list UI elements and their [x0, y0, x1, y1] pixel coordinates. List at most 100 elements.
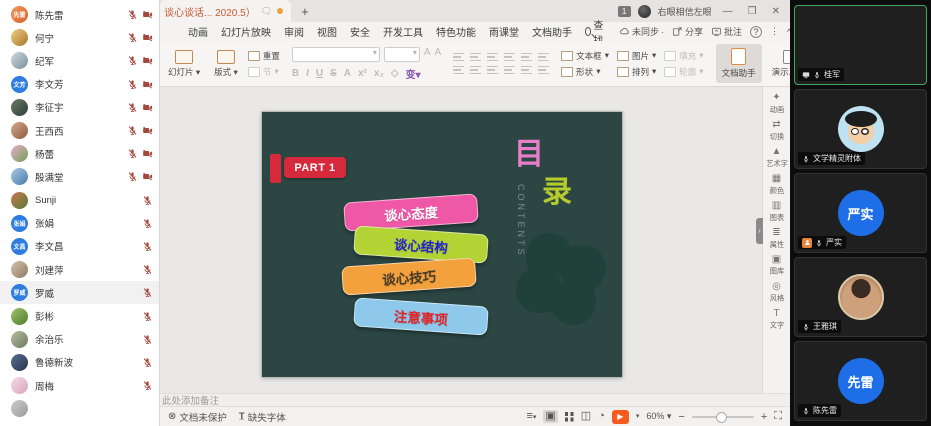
- more-options-button[interactable]: ⋮: [770, 26, 779, 37]
- camera-off-icon[interactable]: [142, 102, 153, 113]
- video-tile[interactable]: 文学精灵附体: [794, 89, 927, 169]
- participant-row[interactable]: 鲁德新波: [0, 351, 159, 374]
- font-family-select[interactable]: [292, 47, 380, 62]
- mic-muted-icon[interactable]: [142, 264, 153, 275]
- mic-muted-icon[interactable]: [142, 380, 153, 391]
- zoom-out-button[interactable]: −: [678, 411, 684, 423]
- participant-row[interactable]: 余治乐: [0, 328, 159, 351]
- participant-row[interactable]: 文芳李文芳: [0, 73, 159, 96]
- video-tile[interactable]: 严实 严实: [794, 173, 927, 253]
- text-effect-button[interactable]: 变▾: [406, 66, 421, 81]
- restore-button[interactable]: ❐: [744, 6, 761, 17]
- share-button[interactable]: 分享: [672, 25, 703, 38]
- mic-muted-icon[interactable]: [142, 311, 153, 322]
- participant-row[interactable]: 张娟张娟: [0, 212, 159, 235]
- reading-view-button[interactable]: ◫: [581, 411, 591, 422]
- doc-assistant-button[interactable]: 文档助手: [716, 44, 762, 83]
- document-tab[interactable]: 谈心谈话... 2020.5） 🗨: [160, 0, 291, 22]
- mic-muted-icon[interactable]: [127, 9, 138, 20]
- account-avatar[interactable]: [638, 5, 651, 18]
- panel-wordart[interactable]: ▲艺术字: [765, 147, 789, 169]
- menu-review[interactable]: 审阅: [284, 24, 304, 39]
- panel-color[interactable]: ▦颜色: [769, 174, 785, 196]
- slide-sorter-view-button[interactable]: [565, 412, 574, 421]
- handout-view-button[interactable]: ◔: [598, 411, 605, 422]
- zoom-level[interactable]: 60% ▾: [646, 411, 671, 422]
- slide[interactable]: PART 1 目 录 CONTENTS 谈心态度 谈心结构 谈心技巧 注意事项: [262, 112, 622, 377]
- layout-button[interactable]: 版式 ▾: [210, 44, 242, 83]
- participant-row[interactable]: 王西西: [0, 119, 159, 142]
- minimize-button[interactable]: —: [719, 6, 737, 17]
- participant-row[interactable]: 刘建萍: [0, 258, 159, 281]
- participant-row[interactable]: 文昌李文昌: [0, 235, 159, 258]
- zoom-slider-thumb[interactable]: [716, 412, 727, 423]
- normal-view-button[interactable]: ▣: [543, 410, 557, 423]
- panel-properties[interactable]: ≣属性: [769, 228, 785, 250]
- notes-area[interactable]: 此处添加备注: [160, 393, 790, 406]
- arrange-button[interactable]: 排列 ▾: [617, 66, 656, 78]
- mic-muted-icon[interactable]: [142, 195, 153, 206]
- panel-style[interactable]: ◎风格: [769, 282, 785, 304]
- mic-muted-icon[interactable]: [127, 171, 138, 182]
- font-size-select[interactable]: [384, 47, 420, 62]
- panel-animation[interactable]: ✦动画: [769, 93, 785, 115]
- sync-status-button[interactable]: 未同步·: [619, 25, 664, 38]
- menu-special-features[interactable]: 特色功能: [436, 24, 476, 39]
- participant-row[interactable]: Sunji: [0, 189, 159, 212]
- participant-row[interactable]: 先雷陈先雷: [0, 3, 159, 26]
- mic-muted-icon[interactable]: [127, 55, 138, 66]
- camera-off-icon[interactable]: [142, 79, 153, 90]
- new-slide-button[interactable]: 幻灯片 ▾: [164, 44, 204, 83]
- zoom-slider[interactable]: [692, 416, 754, 418]
- participant-row[interactable]: 李征宇: [0, 96, 159, 119]
- menu-devtools[interactable]: 开发工具: [383, 24, 423, 39]
- video-tile-speaker[interactable]: 桂军: [794, 5, 927, 85]
- participant-row-selected[interactable]: 罗威罗威: [0, 281, 159, 304]
- view-options-button[interactable]: ≡▾: [526, 411, 536, 422]
- textbox-button[interactable]: 文本框 ▾: [561, 50, 609, 62]
- menu-slideshow[interactable]: 幻灯片放映: [221, 24, 271, 39]
- panel-chart[interactable]: ▥图表: [769, 201, 785, 223]
- panel-gallery[interactable]: ▣图库: [769, 255, 785, 277]
- mic-muted-icon[interactable]: [142, 287, 153, 298]
- video-tile[interactable]: 王雅琪: [794, 257, 927, 337]
- annotate-button[interactable]: 批注: [711, 25, 742, 38]
- camera-off-icon[interactable]: [142, 55, 153, 66]
- camera-off-icon[interactable]: [142, 148, 153, 159]
- account-name[interactable]: 右眼相信左眼: [658, 5, 712, 18]
- mic-muted-icon[interactable]: [127, 125, 138, 136]
- participant-row[interactable]: 何宁: [0, 26, 159, 49]
- reset-button[interactable]: 重置: [248, 50, 280, 62]
- camera-off-icon[interactable]: [142, 32, 153, 43]
- mic-muted-icon[interactable]: [127, 102, 138, 113]
- mic-muted-icon[interactable]: [142, 241, 153, 252]
- new-tab-button[interactable]: +: [301, 4, 309, 19]
- participant-row[interactable]: 彭彬: [0, 304, 159, 327]
- mic-muted-icon[interactable]: [142, 334, 153, 345]
- menu-animation[interactable]: 动画: [188, 24, 208, 39]
- camera-off-icon[interactable]: [142, 9, 153, 20]
- fit-slide-button[interactable]: ⛶: [774, 411, 782, 422]
- video-tile[interactable]: 先雷 陈先雷: [794, 341, 927, 421]
- camera-off-icon[interactable]: [142, 171, 153, 182]
- picture-button[interactable]: 图片 ▾: [617, 50, 656, 62]
- participant-row[interactable]: 殷满堂: [0, 165, 159, 188]
- menu-security[interactable]: 安全: [350, 24, 370, 39]
- missing-font-status[interactable]: T̲缺失字体: [239, 410, 286, 424]
- close-button[interactable]: ✕: [768, 6, 784, 17]
- camera-off-icon[interactable]: [142, 125, 153, 136]
- menu-view[interactable]: 视图: [317, 24, 337, 39]
- zoom-in-button[interactable]: +: [761, 411, 767, 423]
- mic-muted-icon[interactable]: [127, 32, 138, 43]
- help-button[interactable]: ?: [750, 26, 762, 38]
- mic-muted-icon[interactable]: [127, 148, 138, 159]
- participant-row[interactable]: 周梅: [0, 374, 159, 397]
- panel-transition[interactable]: ⇄切换: [769, 120, 785, 142]
- participant-row[interactable]: [0, 397, 159, 420]
- shape-button[interactable]: 形状 ▾: [561, 66, 609, 78]
- menu-rain-classroom[interactable]: 雨课堂: [489, 24, 519, 39]
- mic-muted-icon[interactable]: [127, 79, 138, 90]
- play-options-caret[interactable]: ▾: [636, 413, 640, 420]
- mic-muted-icon[interactable]: [142, 218, 153, 229]
- participant-row[interactable]: 纪军: [0, 49, 159, 72]
